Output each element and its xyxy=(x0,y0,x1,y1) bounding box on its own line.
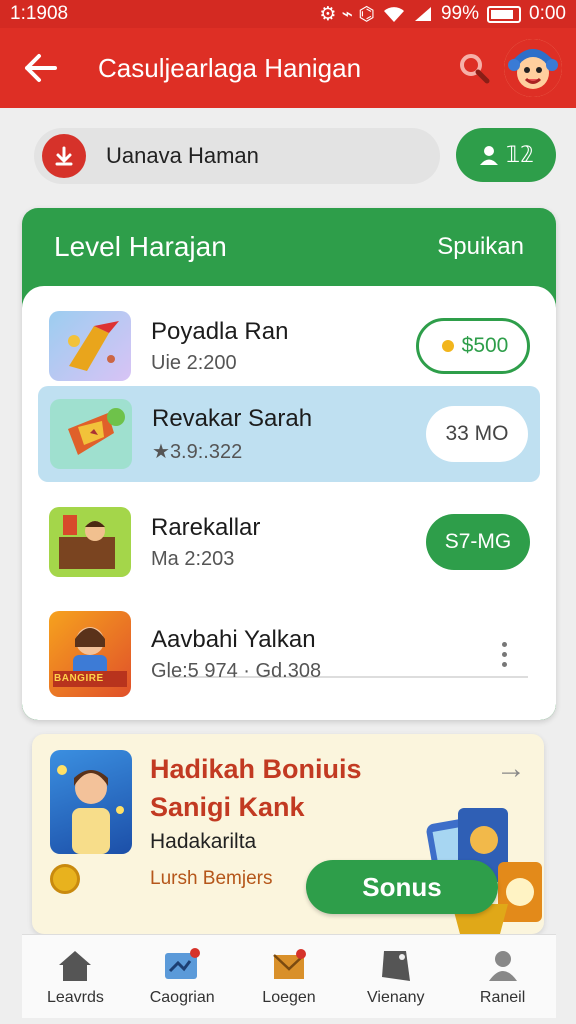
gallery-icon xyxy=(165,947,201,979)
item-sub: Gle:5 974 · Gd.308 xyxy=(151,659,322,682)
price-button[interactable]: 33 MO xyxy=(426,406,528,462)
status-time: 1:1908 xyxy=(10,3,69,24)
friends-button[interactable]: 𝟙𝟚 xyxy=(456,128,556,182)
battery-percent: 99% xyxy=(440,3,480,24)
status-clock: 0:00 xyxy=(529,3,566,24)
game-thumbnail xyxy=(50,399,132,469)
wifi-icon xyxy=(383,7,404,22)
battery-icon xyxy=(487,5,522,23)
list-item[interactable]: Poyadla Ran Uie 2:200 $500 xyxy=(22,298,556,394)
status-glyphs: ⚙ ⌁ ⌬ xyxy=(319,3,375,25)
list-item-selected[interactable]: Revakar Sarah ★3.9:.322 33 MO xyxy=(38,386,540,482)
search-text: Uanava Haman xyxy=(106,143,259,168)
item-name: Rarekallar xyxy=(151,513,261,541)
bonus-title: Hadikah Boniuis xyxy=(150,754,362,784)
price-label: $500 xyxy=(461,334,509,357)
nav-label: Loegen xyxy=(262,988,316,1006)
game-thumbnail xyxy=(49,507,131,577)
bonus-card[interactable]: Hadikah Boniuis Sanigi Kank Hadakarilta … xyxy=(32,734,544,934)
nav-item-profile[interactable]: Raneil xyxy=(449,935,556,1018)
nav-item-mail[interactable]: Loegen xyxy=(236,935,343,1018)
nav-item-gallery[interactable]: Caogrian xyxy=(129,935,236,1018)
search-field[interactable]: Uanava Haman xyxy=(34,128,440,184)
nav-label: Caogrian xyxy=(149,988,215,1006)
bonus-subtitle: Sanigi Kank xyxy=(150,792,305,822)
list-item[interactable]: BANGIRE Aavbahi Yalkan Gle:5 974 · Gd.30… xyxy=(22,604,556,704)
nav-label: Leavrds xyxy=(46,988,104,1006)
price-button[interactable]: $500 xyxy=(416,318,530,374)
item-sub-text: 3.9:.322 xyxy=(169,440,243,463)
search-icon xyxy=(460,54,490,84)
more-options-icon[interactable] xyxy=(484,634,524,674)
nav-item-home[interactable]: Leavrds xyxy=(22,935,129,1018)
game-thumbnail: BANGIRE xyxy=(49,611,131,697)
arrow-right-icon[interactable]: → xyxy=(496,752,526,786)
page-title: Casuljearlaga Hanigan xyxy=(98,52,362,83)
search-button[interactable] xyxy=(444,38,504,98)
item-name: Revakar Sarah xyxy=(152,404,313,432)
sun-icon xyxy=(441,340,454,352)
nav-label: Raneil xyxy=(479,988,526,1006)
mail-icon xyxy=(273,948,306,979)
friends-count: 𝟙𝟚 xyxy=(506,142,534,167)
item-sub: Uie 2:200 xyxy=(151,351,237,374)
coin-icon xyxy=(50,864,80,894)
item-name: Poyadla Ran xyxy=(151,317,289,345)
thumbnail-banner: BANGIRE xyxy=(54,673,104,684)
profile-icon xyxy=(488,950,517,981)
level-link[interactable]: Spuikan xyxy=(437,233,524,261)
back-button[interactable] xyxy=(0,28,80,108)
item-name: Aavbahi Yalkan xyxy=(151,625,316,653)
back-arrow-icon xyxy=(25,54,57,82)
app-bar: Casuljearlaga Hanigan xyxy=(0,28,576,108)
level-title: Level Harajan xyxy=(54,231,227,262)
price-button[interactable]: S7-MG xyxy=(426,514,530,570)
game-thumbnail xyxy=(49,311,131,381)
home-icon xyxy=(59,950,92,981)
bottom-nav: Leavrds Caogrian Loegen Vienany Raneil xyxy=(22,934,556,1018)
star-icon: ★ xyxy=(152,440,170,463)
item-sub: ★3.9:.322 xyxy=(152,439,426,464)
bonus-thumbnail xyxy=(50,750,132,854)
nav-item-tag[interactable]: Vienany xyxy=(342,935,449,1018)
status-bar: 1:1908 ⚙ ⌁ ⌬ 99% 0:00 xyxy=(0,0,576,28)
signal-icon xyxy=(414,7,431,21)
bonus-note: Lursh Bemjers xyxy=(150,868,273,889)
level-list: Poyadla Ran Uie 2:200 $500 Revakar Sarah… xyxy=(22,286,556,720)
bonus-description: Hadakarilta xyxy=(150,830,257,853)
list-item[interactable]: Rarekallar Ma 2:203 S7-MG xyxy=(22,494,556,590)
nav-label: Vienany xyxy=(367,988,425,1006)
tag-icon xyxy=(381,950,410,981)
person-icon xyxy=(480,146,498,165)
status-icons: ⚙ ⌁ ⌬ 99% 0:00 xyxy=(319,3,566,26)
level-header: Level Harajan Spuikan xyxy=(22,208,556,286)
item-sub: Ma 2:203 xyxy=(151,547,235,570)
mascot-icon xyxy=(504,39,562,97)
avatar[interactable] xyxy=(504,39,562,97)
level-card: Level Harajan Spuikan Poyadla Ran Uie 2:… xyxy=(22,208,556,720)
download-icon xyxy=(42,134,86,178)
bonus-button[interactable]: Sonus xyxy=(306,860,498,914)
